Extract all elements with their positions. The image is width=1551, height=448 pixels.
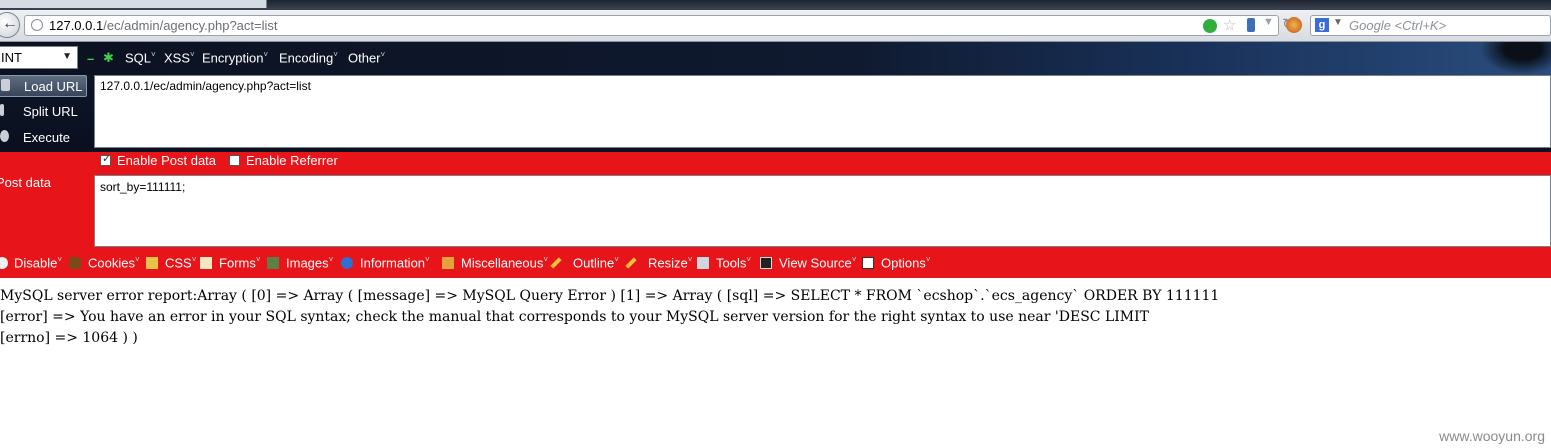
options-icon xyxy=(862,257,874,269)
menu-other-label: Other xyxy=(348,50,381,66)
execute-label: Execute xyxy=(23,130,70,145)
tab-strip xyxy=(0,0,1551,10)
wd-disable[interactable]: Disable˅ xyxy=(14,255,62,270)
search-box[interactable]: g ▼ Google <Ctrl+K> xyxy=(1310,15,1551,36)
wd-forms-label: Forms xyxy=(219,255,256,271)
search-placeholder: Google <Ctrl+K> xyxy=(1349,18,1447,33)
decrement-icon[interactable]: – xyxy=(87,51,94,66)
bookmark-star-icon[interactable]: ☆ xyxy=(1223,16,1236,34)
background-tree xyxy=(1480,42,1551,75)
menu-encoding-label: Encoding xyxy=(279,50,334,66)
checkmark-icon: ✓ xyxy=(102,153,112,165)
watermark: www.wooyun.org xyxy=(1439,428,1545,444)
split-url-icon xyxy=(0,104,4,116)
menu-sql-label: SQL xyxy=(125,50,152,66)
post-data-label: Post data xyxy=(0,175,51,190)
extension-icon[interactable] xyxy=(1286,17,1302,33)
images-icon xyxy=(267,257,279,269)
wd-resize-label: Resize xyxy=(648,255,688,271)
go-icon[interactable] xyxy=(1203,19,1217,33)
miscellaneous-icon xyxy=(442,257,454,269)
hackbar-left-panel: Load URL Split URL Execute xyxy=(0,75,94,148)
wd-images[interactable]: Images˅ xyxy=(286,255,333,270)
mode-select-value: INT xyxy=(1,50,22,65)
url-host: 127.0.0.1 xyxy=(49,18,104,33)
post-data-textarea[interactable]: sort_by=111111; xyxy=(94,175,1551,247)
navigation-bar: ← 127.0.0.1/ec/admin/agency.php?act=list… xyxy=(0,10,1551,42)
mobile-icon[interactable] xyxy=(1247,18,1255,32)
menu-encoding[interactable]: Encoding˅ xyxy=(279,50,338,65)
resize-icon xyxy=(625,257,637,269)
wd-miscellaneous[interactable]: Miscellaneous˅ xyxy=(461,255,548,270)
tools-icon xyxy=(697,257,709,269)
wd-options-label: Options xyxy=(881,255,926,271)
url-textarea-value: 127.0.0.1/ec/admin/agency.php?act=list xyxy=(100,79,311,93)
increment-icon[interactable]: ✱ xyxy=(103,50,114,66)
sql-error-output: MySQL server error report:Array ( [0] =>… xyxy=(0,286,1219,349)
wd-forms[interactable]: Forms˅ xyxy=(219,255,261,270)
wd-resize[interactable]: Resize˅ xyxy=(648,255,692,270)
enable-referrer-checkbox[interactable] xyxy=(229,155,240,166)
error-line-1: MySQL server error report:Array ( [0] =>… xyxy=(0,288,1220,304)
wd-cookies-label: Cookies xyxy=(88,255,135,271)
outline-pencil-icon xyxy=(550,257,562,269)
menu-other[interactable]: Other˅ xyxy=(348,50,385,65)
wd-images-label: Images xyxy=(286,255,329,271)
forms-icon xyxy=(200,257,212,269)
chevron-down-icon: ▼ xyxy=(62,51,72,62)
post-data-panel: ✓ Enable Post data Enable Referrer Post … xyxy=(0,152,1551,278)
wd-disable-label: Disable xyxy=(14,255,58,271)
google-icon[interactable]: g xyxy=(1315,18,1329,32)
search-engine-dropdown-icon[interactable]: ▼ xyxy=(1333,17,1343,28)
wd-cookies[interactable]: Cookies˅ xyxy=(88,255,140,270)
menu-encryption[interactable]: Encryption˅ xyxy=(202,50,268,65)
menu-xss-label: XSS xyxy=(164,50,191,66)
menu-encryption-label: Encryption xyxy=(202,50,264,66)
enable-referrer-label[interactable]: Enable Referrer xyxy=(246,153,338,168)
wd-tools-label: Tools xyxy=(716,255,747,271)
css-icon xyxy=(146,257,158,269)
wd-information-label: Information xyxy=(360,255,426,271)
url-textarea[interactable]: 127.0.0.1/ec/admin/agency.php?act=list xyxy=(94,75,1551,148)
address-bar[interactable]: 127.0.0.1/ec/admin/agency.php?act=list ☆… xyxy=(24,15,1295,36)
wd-view-source[interactable]: View Source˅ xyxy=(779,255,856,270)
wd-information[interactable]: Information˅ xyxy=(360,255,430,270)
information-icon xyxy=(341,257,353,269)
wd-tools[interactable]: Tools˅ xyxy=(716,255,751,270)
mode-select[interactable]: INT ▼ xyxy=(0,46,78,69)
menu-sql[interactable]: SQL˅ xyxy=(125,50,156,65)
site-identity-icon[interactable] xyxy=(31,19,43,31)
back-arrow-icon: ← xyxy=(2,15,18,32)
wd-options[interactable]: Options˅ xyxy=(881,255,930,270)
error-line-3: [errno] => 1064 ) ) xyxy=(0,330,138,346)
hackbar-toolbar: INT ▼ – ✱ SQL˅ XSS˅ Encryption˅ Encoding… xyxy=(0,42,1551,75)
back-button[interactable]: ← xyxy=(0,12,20,38)
disable-icon xyxy=(0,257,8,269)
execute-button[interactable]: Execute xyxy=(0,127,87,149)
active-tab[interactable] xyxy=(0,0,267,8)
error-line-2: [error] => You have an error in your SQL… xyxy=(0,309,1149,325)
post-data-value: sort_by=111111; xyxy=(100,180,186,194)
execute-icon xyxy=(0,130,9,142)
wd-miscellaneous-label: Miscellaneous xyxy=(461,255,544,271)
wd-view-source-label: View Source xyxy=(779,255,852,271)
split-url-label: Split URL xyxy=(23,104,78,119)
wd-css-label: CSS xyxy=(165,255,192,271)
wd-outline-label: Outline xyxy=(573,255,615,271)
enable-post-checkbox[interactable]: ✓ xyxy=(100,153,112,166)
address-text[interactable]: 127.0.0.1/ec/admin/agency.php?act=list xyxy=(49,18,278,33)
view-source-icon xyxy=(760,257,772,269)
wd-outline[interactable]: Outline˅ xyxy=(573,255,619,270)
menu-xss[interactable]: XSS˅ xyxy=(164,50,195,65)
split-url-button[interactable]: Split URL xyxy=(0,101,87,123)
cookie-icon xyxy=(69,257,81,269)
load-url-icon xyxy=(1,79,10,91)
history-dropdown-icon[interactable]: ▼ xyxy=(1263,16,1274,28)
load-url-button[interactable]: Load URL xyxy=(0,75,87,97)
load-url-label: Load URL xyxy=(24,79,83,94)
enable-post-label[interactable]: Enable Post data xyxy=(117,153,216,168)
wd-css[interactable]: CSS˅ xyxy=(165,255,196,270)
url-path: /ec/admin/agency.php?act=list xyxy=(103,18,278,33)
